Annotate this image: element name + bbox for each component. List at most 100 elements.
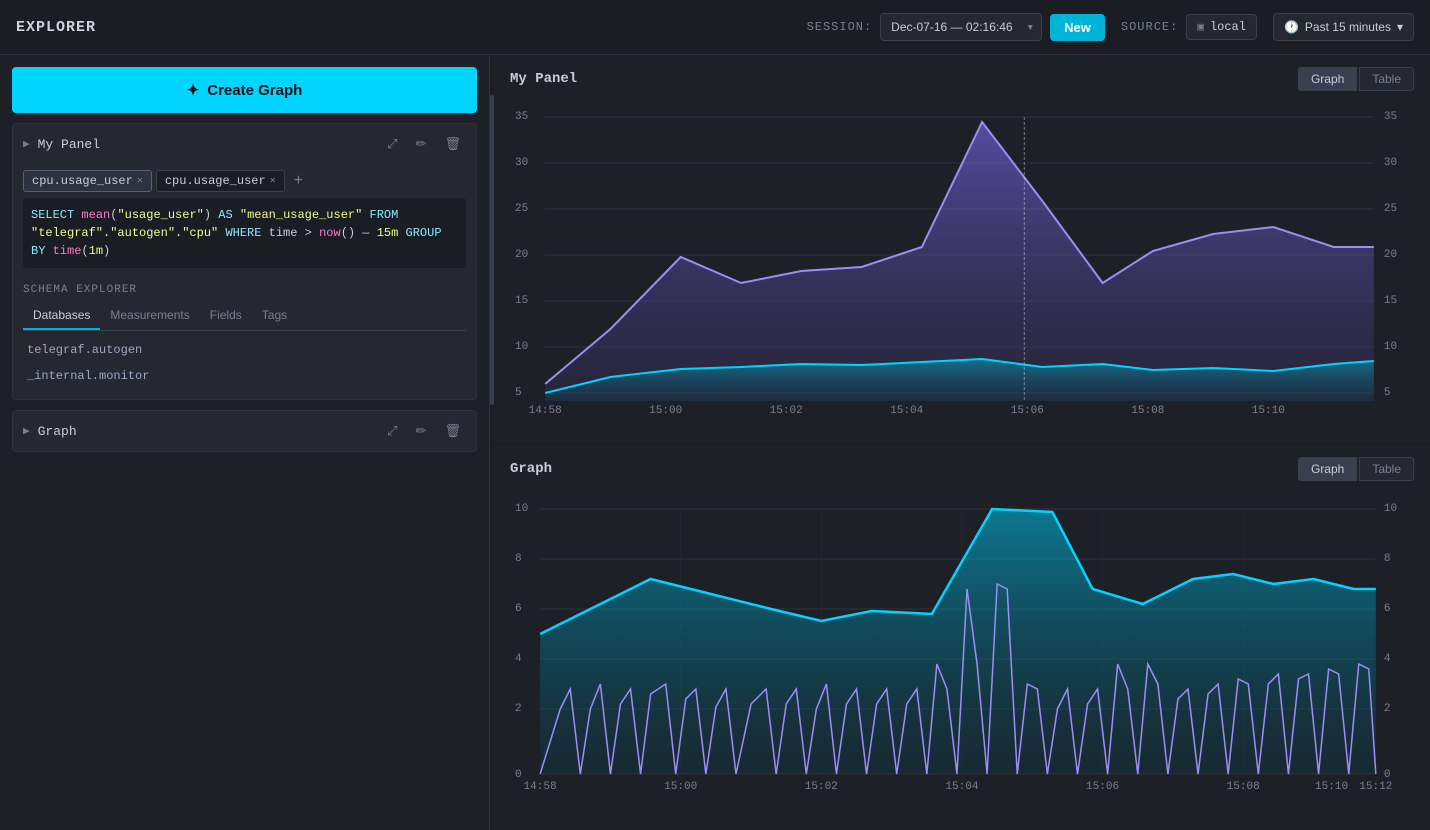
query-tab-1-label: cpu.usage_user: [32, 174, 133, 188]
schema-db-1[interactable]: telegraf.autogen: [23, 337, 466, 363]
svg-text:10: 10: [515, 341, 528, 353]
svg-text:4: 4: [1384, 653, 1391, 665]
source-group: SOURCE: ▣ local: [1121, 14, 1257, 40]
svg-text:8: 8: [515, 553, 522, 565]
chart-2-table-tab[interactable]: Table: [1359, 457, 1414, 481]
server-icon: ▣: [1197, 20, 1204, 34]
query-tab-1[interactable]: cpu.usage_user ✕: [23, 170, 152, 192]
chart-2-svg-wrapper: 10 8 6 4 2 0 10 8 6 4 2 0: [510, 489, 1414, 819]
app-title: EXPLORER: [16, 19, 96, 36]
svg-text:14:58: 14:58: [529, 405, 562, 417]
new-session-button[interactable]: New: [1050, 14, 1105, 41]
svg-text:15: 15: [515, 295, 528, 307]
svg-text:15:00: 15:00: [649, 405, 682, 417]
graph-icon: ✦: [187, 81, 200, 99]
chart-1-view-tabs: Graph Table: [1298, 67, 1414, 91]
chart-1-svg-wrapper: 35 30 25 20 15 10 5 35 30 25 20 15 10 5: [510, 99, 1414, 419]
create-graph-label: Create Graph: [207, 82, 302, 99]
svg-text:15:06: 15:06: [1086, 781, 1119, 793]
chart-2-view-tabs: Graph Table: [1298, 457, 1414, 481]
svg-text:0: 0: [515, 769, 522, 781]
svg-text:20: 20: [515, 249, 528, 261]
chart-panel-2: Graph Graph Table 10: [494, 445, 1430, 830]
svg-text:15:06: 15:06: [1011, 405, 1044, 417]
svg-text:15:08: 15:08: [1131, 405, 1164, 417]
time-range-button[interactable]: 🕐 Past 15 minutes ▾: [1273, 13, 1414, 41]
svg-text:25: 25: [1384, 203, 1397, 215]
schema-tab-measurements[interactable]: Measurements: [100, 302, 199, 330]
svg-text:25: 25: [515, 203, 528, 215]
my-panel-export-btn[interactable]: ⤢: [382, 134, 402, 154]
my-panel-toggle[interactable]: ▶: [23, 137, 30, 151]
my-panel-title: My Panel: [38, 137, 375, 152]
svg-text:5: 5: [1384, 387, 1391, 399]
svg-text:10: 10: [1384, 341, 1397, 353]
chart-2-svg: 10 8 6 4 2 0 10 8 6 4 2 0: [510, 489, 1414, 819]
source-value: local: [1210, 20, 1246, 34]
svg-text:4: 4: [515, 653, 522, 665]
svg-text:30: 30: [1384, 157, 1397, 169]
svg-text:6: 6: [515, 603, 522, 615]
svg-text:35: 35: [515, 111, 528, 123]
chart-panel-2-header: Graph Graph Table: [510, 457, 1414, 481]
graph-panel-section: ▶ Graph ⤢ ✏ 🗑: [12, 410, 477, 452]
svg-text:15:10: 15:10: [1252, 405, 1285, 417]
scrollbar-thumb[interactable]: [490, 95, 494, 405]
svg-text:14:58: 14:58: [524, 781, 557, 793]
graph-panel-toggle[interactable]: ▶: [23, 424, 30, 438]
svg-text:15:00: 15:00: [664, 781, 697, 793]
query-tab-1-close[interactable]: ✕: [137, 175, 143, 187]
svg-text:5: 5: [515, 387, 522, 399]
chart-1-table-tab[interactable]: Table: [1359, 67, 1414, 91]
svg-text:20: 20: [1384, 249, 1397, 261]
query-tab-2-close[interactable]: ✕: [270, 175, 276, 187]
session-dropdown-wrapper: Dec-07-16 — 02:16:46 ▾: [880, 13, 1042, 41]
my-panel-edit-btn[interactable]: ✏: [411, 134, 432, 154]
svg-text:0: 0: [1384, 769, 1391, 781]
svg-text:8: 8: [1384, 553, 1391, 565]
schema-label: SCHEMA EXPLORER: [23, 278, 466, 302]
svg-text:15:04: 15:04: [945, 781, 979, 793]
chart-panel-1-header: My Panel Graph Table: [510, 67, 1414, 91]
time-range-label: Past 15 minutes: [1305, 20, 1391, 34]
session-dropdown[interactable]: Dec-07-16 — 02:16:46: [880, 13, 1042, 41]
time-range-arrow: ▾: [1397, 20, 1403, 34]
session-label: SESSION:: [807, 20, 873, 34]
header: EXPLORER SESSION: Dec-07-16 — 02:16:46 ▾…: [0, 0, 1430, 55]
svg-text:15:12: 15:12: [1359, 781, 1392, 793]
create-graph-button[interactable]: ✦ Create Graph: [12, 67, 477, 113]
my-panel-section: ▶ My Panel ⤢ ✏ 🗑 cpu.usage_user ✕ cpu.us…: [12, 123, 477, 400]
svg-text:15:10: 15:10: [1315, 781, 1348, 793]
svg-text:15:08: 15:08: [1227, 781, 1260, 793]
graph-panel-edit-btn[interactable]: ✏: [411, 421, 432, 441]
time-range-wrapper: 🕐 Past 15 minutes ▾: [1273, 13, 1414, 41]
svg-text:15: 15: [1384, 295, 1397, 307]
source-label: SOURCE:: [1121, 20, 1178, 34]
sql-editor[interactable]: SELECT mean("usage_user") AS "mean_usage…: [23, 198, 466, 268]
source-box: ▣ local: [1186, 14, 1257, 40]
graph-panel-delete-btn[interactable]: 🗑: [439, 421, 466, 441]
sidebar: ✦ Create Graph ▶ My Panel ⤢ ✏ 🗑 cpu.usag…: [0, 55, 490, 830]
schema-tab-tags[interactable]: Tags: [252, 302, 297, 330]
svg-text:10: 10: [1384, 503, 1397, 515]
graph-panel-export-btn[interactable]: ⤢: [382, 421, 402, 441]
chart-2-title: Graph: [510, 461, 1298, 477]
chart-panel-1: My Panel Graph Table: [494, 55, 1430, 445]
my-panel-header: ▶ My Panel ⤢ ✏ 🗑: [13, 124, 476, 164]
svg-text:30: 30: [515, 157, 528, 169]
schema-tab-fields[interactable]: Fields: [200, 302, 252, 330]
chart-2-graph-tab[interactable]: Graph: [1298, 457, 1357, 481]
graph-panel-title: Graph: [38, 424, 375, 439]
schema-tab-databases[interactable]: Databases: [23, 302, 100, 330]
svg-text:15:04: 15:04: [890, 405, 924, 417]
add-query-tab-button[interactable]: +: [289, 170, 308, 192]
query-tab-2[interactable]: cpu.usage_user ✕: [156, 170, 285, 192]
svg-text:2: 2: [1384, 703, 1391, 715]
main-layout: ✦ Create Graph ▶ My Panel ⤢ ✏ 🗑 cpu.usag…: [0, 55, 1430, 830]
chart-1-title: My Panel: [510, 71, 1298, 87]
chart-1-graph-tab[interactable]: Graph: [1298, 67, 1357, 91]
query-tab-2-label: cpu.usage_user: [165, 174, 266, 188]
schema-explorer: SCHEMA EXPLORER Databases Measurements F…: [13, 278, 476, 399]
my-panel-delete-btn[interactable]: 🗑: [439, 134, 466, 154]
schema-db-2[interactable]: _internal.monitor: [23, 363, 466, 389]
